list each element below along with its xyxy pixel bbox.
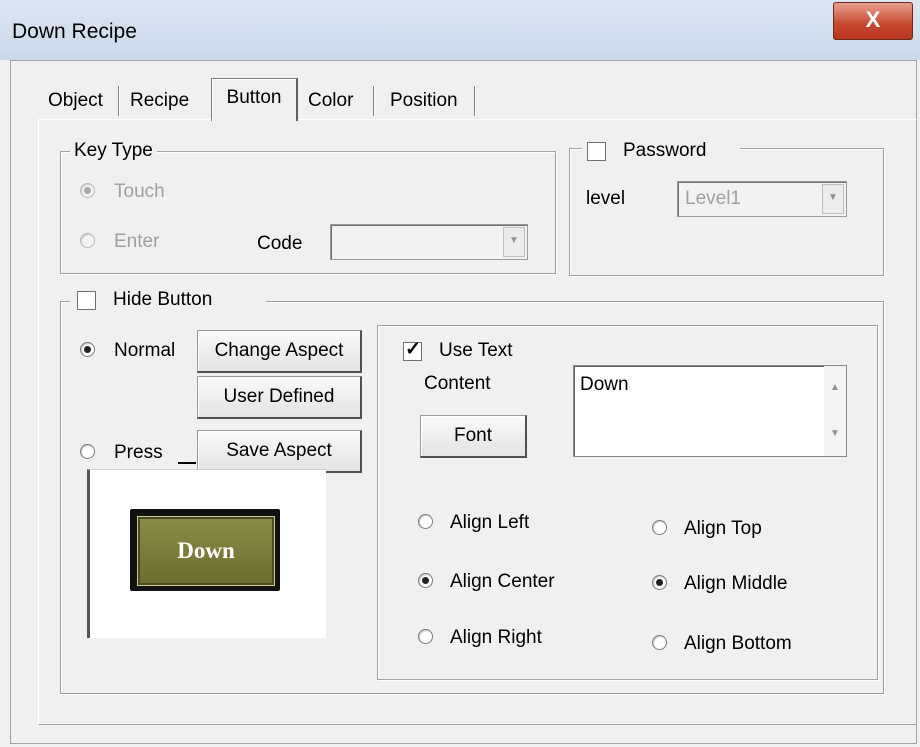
align-left-label: Align Left: [450, 512, 530, 533]
tab-position[interactable]: Position: [386, 86, 462, 116]
window-title: Down Recipe: [12, 20, 137, 43]
align-center-radio[interactable]: [418, 573, 433, 588]
content-label: Content: [424, 373, 491, 394]
align-middle-label: Align Middle: [684, 573, 788, 594]
align-top-label: Align Top: [684, 518, 762, 539]
align-left-radio[interactable]: [418, 514, 433, 529]
content-textbox[interactable]: Down ▲ ▼: [573, 365, 847, 457]
scroll-down-icon[interactable]: ▼: [824, 428, 846, 439]
normal-label: Normal: [114, 340, 176, 361]
close-button[interactable]: X: [833, 2, 913, 40]
tab-divider: [474, 86, 475, 116]
press-underscore: [178, 462, 196, 464]
align-center-label: Align Center: [450, 571, 555, 592]
press-radio[interactable]: [80, 444, 95, 459]
chevron-down-icon[interactable]: ▼: [822, 184, 844, 214]
scroll-up-icon[interactable]: ▲: [824, 382, 846, 393]
password-checkbox[interactable]: [587, 142, 606, 161]
tab-color[interactable]: Color: [304, 86, 357, 116]
chevron-down-icon[interactable]: ▼: [503, 227, 525, 257]
touch-label: Touch: [114, 181, 165, 202]
enter-label: Enter: [114, 231, 160, 252]
touch-radio[interactable]: [80, 183, 95, 198]
use-text-label: Use Text: [439, 340, 513, 361]
level-value: Level1: [685, 188, 741, 209]
enter-radio[interactable]: [80, 233, 95, 248]
hide-button-checkbox[interactable]: [77, 291, 96, 310]
preview-button: Down: [137, 516, 275, 586]
content-value: Down: [580, 374, 629, 395]
tab-divider: [373, 86, 374, 116]
tab-object[interactable]: Object: [44, 86, 107, 116]
key-type-group-label: Key Type: [70, 140, 157, 162]
align-right-radio[interactable]: [418, 629, 433, 644]
font-button[interactable]: Font: [420, 415, 527, 458]
tab-button[interactable]: Button: [211, 78, 298, 121]
change-aspect-button[interactable]: Change Aspect: [197, 330, 362, 373]
align-bottom-radio[interactable]: [652, 635, 667, 650]
save-aspect-button[interactable]: Save Aspect: [197, 430, 362, 473]
use-text-checkbox[interactable]: ✓: [403, 339, 422, 361]
tab-recipe[interactable]: Recipe: [126, 86, 193, 116]
code-label: Code: [257, 233, 303, 254]
tab-divider: [118, 86, 119, 116]
code-combo[interactable]: ▼: [330, 224, 528, 260]
title-bar: [0, 0, 920, 60]
user-defined-button[interactable]: User Defined: [197, 376, 362, 419]
normal-radio[interactable]: [80, 342, 95, 357]
checkmark-icon: ✓: [405, 339, 421, 360]
align-right-label: Align Right: [450, 627, 542, 648]
press-label: Press: [114, 442, 163, 463]
align-top-radio[interactable]: [652, 520, 667, 535]
hide-button-label: Hide Button: [113, 289, 213, 310]
align-bottom-label: Align Bottom: [684, 633, 792, 654]
password-label: Password: [623, 140, 707, 161]
content-scrollbar[interactable]: ▲ ▼: [824, 366, 846, 456]
level-combo[interactable]: Level1 ▼: [677, 181, 847, 217]
align-middle-radio[interactable]: [652, 575, 667, 590]
level-label: level: [586, 188, 626, 209]
